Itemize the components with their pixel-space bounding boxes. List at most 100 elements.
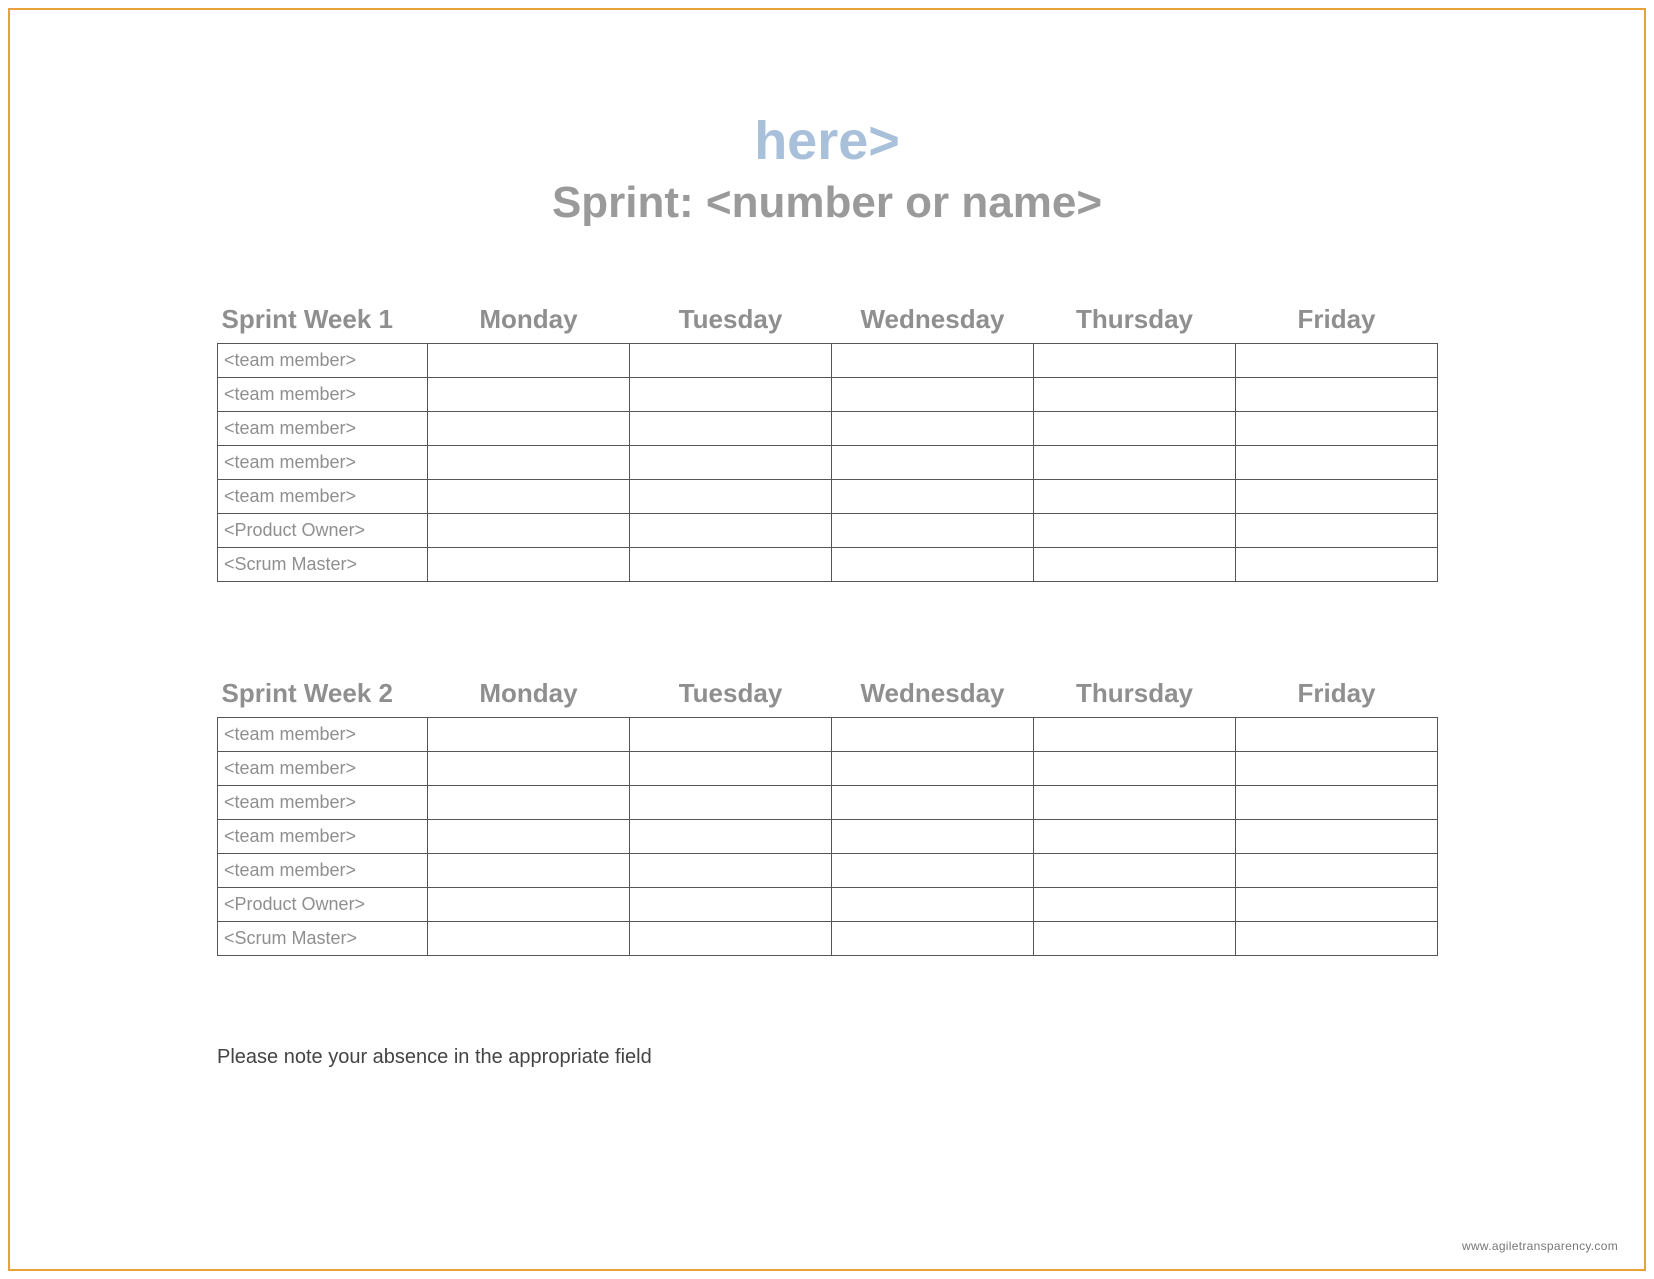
cell[interactable] [428,412,630,446]
cell[interactable] [630,344,832,378]
cell[interactable] [1236,718,1438,752]
cell[interactable] [630,446,832,480]
title-line1: here> [0,110,1654,172]
day-header: Thursday [1034,298,1236,344]
cell[interactable] [428,786,630,820]
cell[interactable] [1034,446,1236,480]
sprint-week-2-table: Sprint Week 2 Monday Tuesday Wednesday T… [217,672,1438,956]
cell[interactable] [428,480,630,514]
role-cell: <team member> [218,820,428,854]
cell[interactable] [630,752,832,786]
cell[interactable] [1034,412,1236,446]
sprint-week-1-table: Sprint Week 1 Monday Tuesday Wednesday T… [217,298,1438,582]
cell[interactable] [832,548,1034,582]
cell[interactable] [428,514,630,548]
cell[interactable] [1034,888,1236,922]
cell[interactable] [630,718,832,752]
cell[interactable] [832,854,1034,888]
cell[interactable] [1034,786,1236,820]
cell[interactable] [832,480,1034,514]
cell[interactable] [428,922,630,956]
cell[interactable] [1236,446,1438,480]
cell[interactable] [1034,548,1236,582]
cell[interactable] [832,922,1034,956]
cell[interactable] [1236,820,1438,854]
table-row: <team member> [218,480,1438,514]
cell[interactable] [1236,752,1438,786]
table-row: <Product Owner> [218,888,1438,922]
title-block: here> Sprint: <number or name> [0,110,1654,228]
cell[interactable] [1034,480,1236,514]
cell[interactable] [832,888,1034,922]
day-header: Wednesday [832,672,1034,718]
cell[interactable] [1034,514,1236,548]
cell[interactable] [1236,412,1438,446]
day-header: Monday [428,298,630,344]
cell[interactable] [428,446,630,480]
cell[interactable] [1236,480,1438,514]
cell[interactable] [428,548,630,582]
role-cell: <team member> [218,718,428,752]
role-cell: <team member> [218,480,428,514]
cell[interactable] [630,820,832,854]
cell[interactable] [1034,854,1236,888]
cell[interactable] [428,854,630,888]
cell[interactable] [1236,786,1438,820]
cell[interactable] [832,446,1034,480]
table-row: <team member> [218,412,1438,446]
cell[interactable] [630,480,832,514]
title-line2: Sprint: <number or name> [0,178,1654,228]
table-row: <team member> [218,718,1438,752]
document-content: here> Sprint: <number or name> Sprint We… [0,0,1654,1279]
cell[interactable] [630,412,832,446]
cell[interactable] [832,718,1034,752]
cell[interactable] [630,922,832,956]
cell[interactable] [428,752,630,786]
cell[interactable] [630,514,832,548]
cell[interactable] [832,514,1034,548]
cell[interactable] [1034,922,1236,956]
cell[interactable] [1236,548,1438,582]
cell[interactable] [1236,888,1438,922]
cell[interactable] [1236,922,1438,956]
role-cell: <Scrum Master> [218,548,428,582]
cell[interactable] [428,378,630,412]
table-header-row: Sprint Week 1 Monday Tuesday Wednesday T… [218,298,1438,344]
cell[interactable] [1034,752,1236,786]
cell[interactable] [630,378,832,412]
cell[interactable] [832,344,1034,378]
cell[interactable] [832,412,1034,446]
day-header: Wednesday [832,298,1034,344]
day-header: Tuesday [630,672,832,718]
cell[interactable] [630,786,832,820]
cell[interactable] [1236,514,1438,548]
cell[interactable] [1236,344,1438,378]
table-row: <Scrum Master> [218,922,1438,956]
cell[interactable] [832,378,1034,412]
cell[interactable] [630,888,832,922]
cell[interactable] [1236,378,1438,412]
cell[interactable] [1034,718,1236,752]
day-header: Friday [1236,298,1438,344]
cell[interactable] [428,344,630,378]
cell[interactable] [1034,344,1236,378]
cell[interactable] [832,786,1034,820]
cell[interactable] [832,752,1034,786]
table-row: <Scrum Master> [218,548,1438,582]
cell[interactable] [1034,820,1236,854]
day-header: Thursday [1034,672,1236,718]
week-title: Sprint Week 1 [218,298,428,344]
cell[interactable] [1236,854,1438,888]
cell[interactable] [428,888,630,922]
cell[interactable] [428,820,630,854]
cell[interactable] [630,854,832,888]
table-row: <team member> [218,446,1438,480]
cell[interactable] [832,820,1034,854]
table-row: <team member> [218,752,1438,786]
table-row: <team member> [218,820,1438,854]
cell[interactable] [1034,378,1236,412]
cell[interactable] [428,718,630,752]
role-cell: <team member> [218,344,428,378]
table-row: <team member> [218,854,1438,888]
cell[interactable] [630,548,832,582]
